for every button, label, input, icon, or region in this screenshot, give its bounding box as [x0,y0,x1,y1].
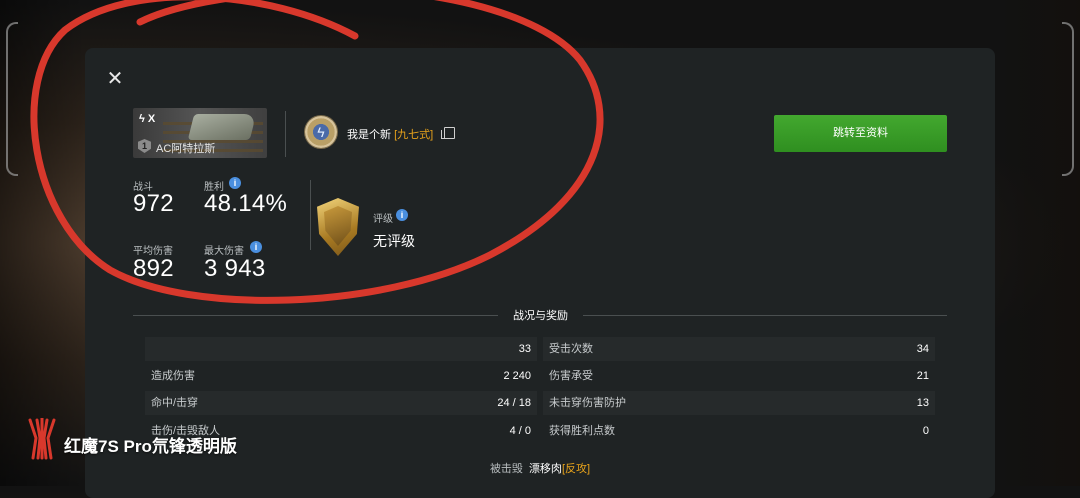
stat-row-right-2: 伤害承受 21 [543,364,935,388]
stat-row-value: 0 [922,425,929,437]
stat-row-right-1: 受击次数 34 [543,337,935,361]
stat-row-left-2: 造成伤害 2 240 [145,364,537,388]
tank-image [187,114,257,140]
stat-row-right-4: 获得胜利点数 0 [543,419,935,443]
tank-name: AC阿特拉斯 [156,143,216,155]
stat-row-left-1: 33 [145,337,537,361]
stat-row-value: 34 [916,343,929,355]
stat-row-label: 获得胜利点数 [549,425,615,437]
stat-row-value: 4 / 0 [509,425,531,437]
header-divider [285,111,286,157]
stats-divider [310,180,311,250]
stat-row-value: 33 [518,343,531,355]
tank-card: ϟ X 1 AC阿特拉斯 [133,108,267,158]
killed-by-label: 被击毁 [489,463,523,475]
right-edge-bracket [1062,22,1074,176]
max-damage-value: 3 943 [204,255,266,282]
tank-mastery-badge: 1 [138,139,151,153]
player-nickname: 我是个新 [347,129,395,141]
wins-value: 48.14% [204,190,288,217]
rank-emblem-icon: ϟ [305,116,337,148]
stat-row-value: 13 [916,397,929,409]
stat-row-label: 命中/击穿 [151,397,199,409]
rating-info-icon[interactable]: i [396,209,408,221]
watermark-text: 红魔7S Pro氘锋透明版 [64,437,237,456]
stat-row-label: 未击穿伤害防护 [549,397,626,409]
battles-value: 972 [133,190,174,217]
stat-row-value: 24 / 18 [497,397,531,409]
rating-label: 评级 [373,214,393,225]
wins-info-icon[interactable]: i [229,177,241,189]
player-name: 我是个新 [九七式] [347,126,433,142]
goto-profile-button[interactable]: 跳转至资料 [774,115,947,152]
section-divider-right [583,315,947,316]
killer-name[interactable]: 漂移肉 [529,463,562,475]
killer-clan-tag[interactable]: [反攻] [562,463,590,475]
player-clan-tag[interactable]: [九七式] [394,129,433,141]
stat-row-label: 造成伤害 [151,370,195,382]
section-divider-left [133,315,498,316]
rating-value: 无评级 [373,233,415,249]
left-edge-bracket [6,22,18,176]
stat-row-left-3: 命中/击穿 24 / 18 [145,391,537,415]
killed-by-line: 被击毁 漂移肉[反攻] [0,460,1080,476]
max-damage-info-icon[interactable]: i [250,241,262,253]
close-icon[interactable]: ✕ [105,69,125,89]
copy-icon[interactable] [441,127,455,139]
tank-tier: ϟ X [139,113,156,125]
stat-row-value: 21 [916,370,929,382]
stat-row-label: 受击次数 [549,343,593,355]
stat-row-value: 2 240 [503,370,531,382]
stat-row-label: 伤害承受 [549,370,593,382]
red-magic-logo-icon [28,418,56,460]
stat-row-right-3: 未击穿伤害防护 13 [543,391,935,415]
section-title: 战况与奖励 [513,310,568,322]
avg-damage-value: 892 [133,255,174,282]
